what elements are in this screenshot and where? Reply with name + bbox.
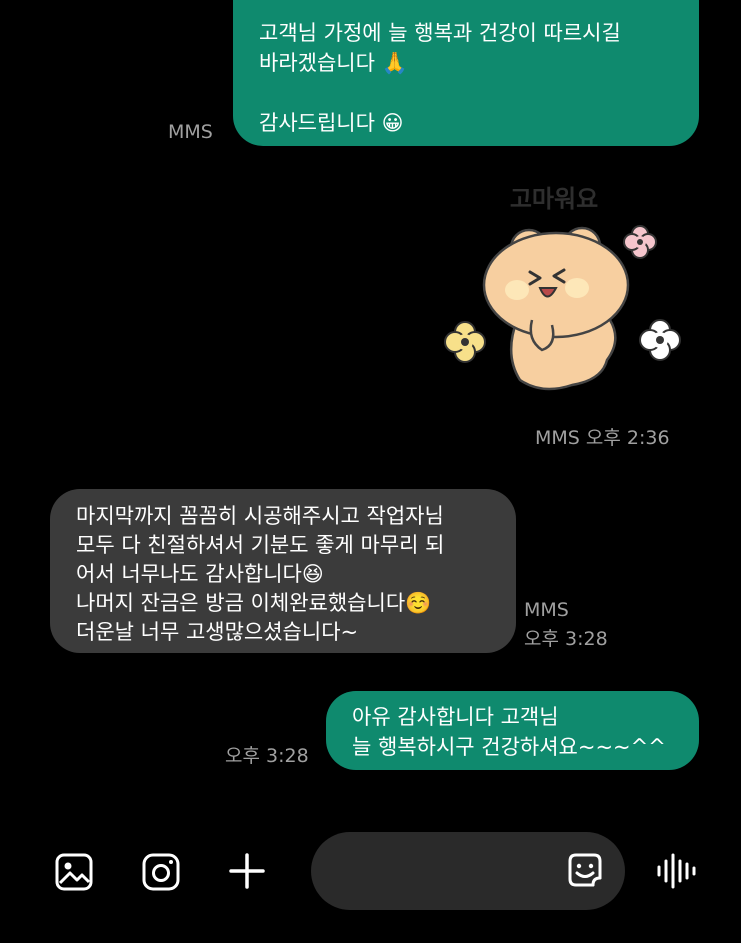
message-meta: MMS [168, 121, 213, 143]
camera-icon[interactable] [142, 853, 180, 891]
bear-character-icon [482, 226, 630, 391]
message-input[interactable] [311, 832, 625, 910]
received-message-bubble[interactable]: 마지막까지 꼼꼼히 시공해주시고 작업자님 모두 다 친절하셔서 기분도 좋게 … [50, 489, 516, 653]
message-meta: 오후 3:28 [225, 745, 309, 767]
sticker-caption: 고마워요 [510, 185, 598, 213]
sent-message-bubble[interactable]: 고객님 가정에 늘 행복과 건강이 따르시길 바라겠습니다 🙏 감사드립니다 😀 [233, 0, 699, 146]
white-flower-icon [639, 319, 681, 361]
plus-icon[interactable] [228, 852, 266, 890]
message-meta: MMS 오후 2:36 [535, 427, 670, 449]
message-meta: MMS 오후 3:28 [524, 599, 608, 650]
sent-message-bubble[interactable]: 아유 감사합니다 고객님 늘 행복하시구 건강하셔요~~~^^ [326, 691, 699, 770]
sticker-message[interactable]: 고마워요 [432, 180, 692, 405]
voice-record-icon[interactable] [656, 852, 698, 890]
emoji-sticker-icon[interactable] [567, 852, 603, 888]
pink-flower-icon [623, 225, 657, 259]
gallery-icon[interactable] [55, 853, 93, 891]
yellow-flower-icon [444, 321, 486, 363]
